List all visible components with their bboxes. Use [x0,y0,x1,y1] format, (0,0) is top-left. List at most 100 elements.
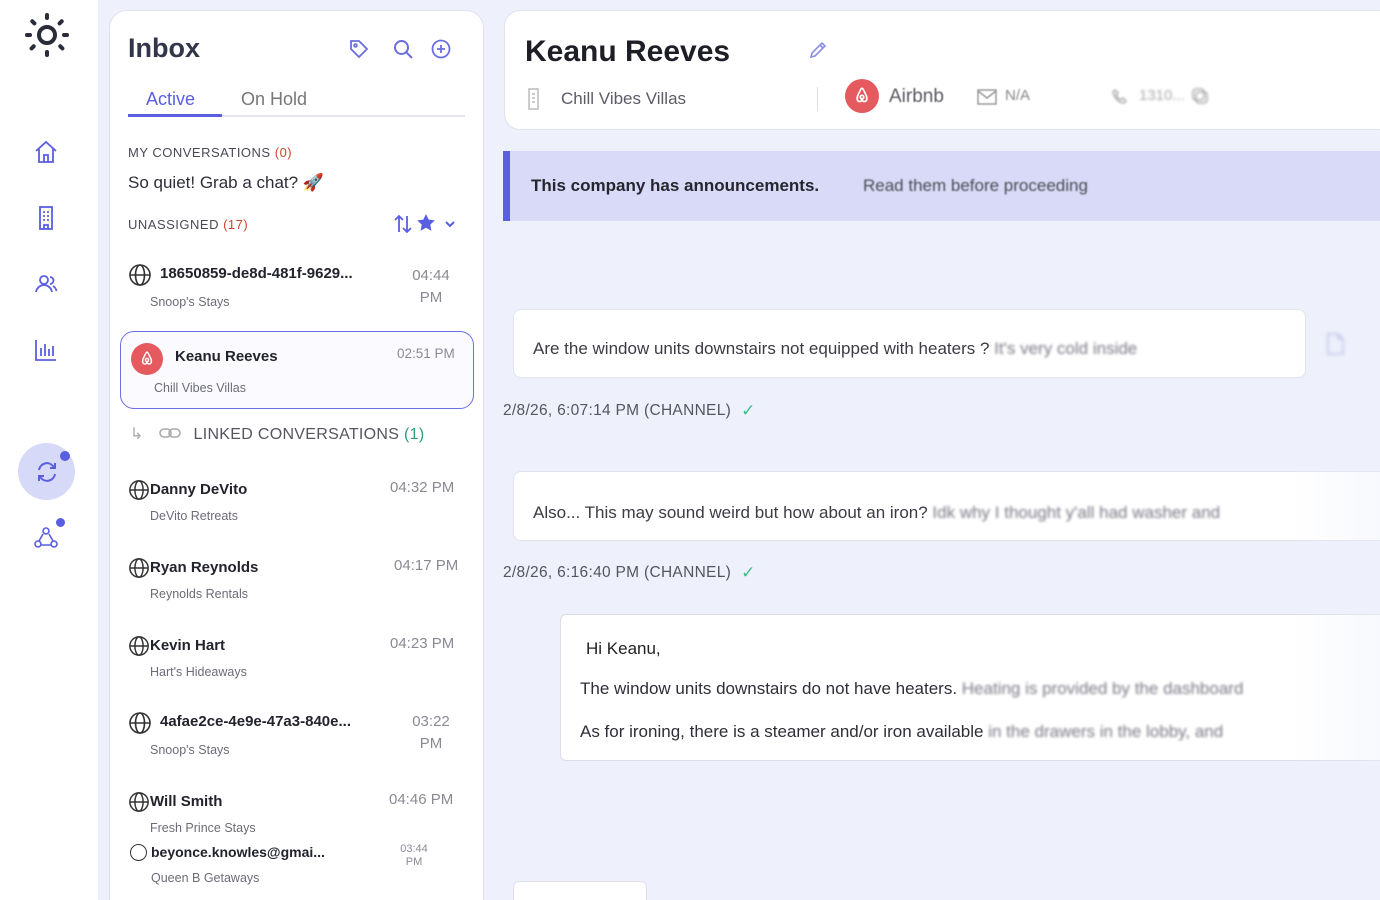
add-conversation-icon[interactable] [429,37,453,61]
conversation-item[interactable]: Kevin Hart Hart's Hideaways 04:23 PM [128,635,473,695]
conversation-name: Danny DeVito [150,481,248,498]
company-field[interactable]: Chill Vibes Villas [525,83,805,115]
contact-name: Keanu Reeves [525,35,731,68]
team-icon[interactable] [28,518,65,556]
conversation-company: DeVito Retreats [150,509,239,523]
building-icon[interactable] [28,200,64,236]
conversation-name: beyonce.knowles@gmai... [151,844,325,860]
message-text-visible: Also... This may sound weird but how abo… [533,503,928,522]
document-icon[interactable] [1326,333,1346,355]
conversation-name: Keanu Reeves [175,348,278,365]
section-title: UNASSIGNED [128,217,219,232]
contact-phone: 1310... [1139,87,1185,104]
message-text-visible: Are the window units downstairs not equi… [533,339,990,358]
tag-icon[interactable] [347,37,371,61]
inbox-tabs: Active On Hold [128,83,465,117]
link-icon [158,424,189,447]
conversation-company: Snoop's Stays [150,743,230,757]
globe-icon [128,791,152,815]
message-timestamp: 2/8/26, 6:16:40 PM (CHANNEL) [503,564,732,581]
reply-text-visible: As for ironing, there is a steamer and/o… [580,722,984,741]
sort-icon[interactable] [392,213,416,235]
conversation-name: Kevin Hart [150,637,226,654]
globe-icon [128,479,152,503]
globe-icon [128,635,152,659]
conversation-company: Hart's Hideaways [150,665,247,679]
home-icon[interactable] [28,134,64,170]
conversation-item-selected[interactable]: Keanu Reeves Chill Vibes Villas 02:51 PM [120,331,474,409]
divider [817,87,818,111]
conversation-time: 02:51 PM [397,346,455,361]
conversation-name: 4afae2ce-4e9e-47a3-840e... [160,713,351,730]
phone-icon [1111,88,1131,108]
conversation-item[interactable]: 4afae2ce-4e9e-47a3-840e... Snoop's Stays… [128,711,473,771]
edit-icon[interactable] [807,39,831,63]
nav-rail [0,0,98,900]
star-filter-icon[interactable] [415,212,437,234]
conversation-time: 03:22 PM [412,713,450,752]
announcement-banner[interactable]: This company has announcements. Read the… [503,151,1380,221]
conversation-time: 03:44 PM [400,843,428,868]
conversation-time: 04:17 PM [394,557,459,574]
conversation-time: 04:23 PM [390,635,455,652]
check-icon: ✓ [741,401,756,420]
message-text-blurred: Idk why I thought y'all had washer and [932,503,1221,522]
message-meta: 2/8/26, 6:07:14 PM (CHANNEL) ✓ [503,401,756,421]
app-logo-icon[interactable] [24,12,70,58]
notification-dot [60,451,70,461]
chevron-down-icon[interactable] [443,217,457,231]
message-text: Also... This may sound weird but how abo… [533,503,1220,523]
reply-arrow-icon: ↳ [130,426,144,443]
globe-icon [128,711,152,735]
mail-icon [977,89,997,107]
reply-line: As for ironing, there is a steamer and/o… [580,722,1223,742]
incoming-message: Also... This may sound weird but how abo… [513,471,1380,541]
section-count: (0) [274,145,293,160]
search-icon[interactable] [391,37,415,61]
active-tab-indicator [128,114,222,117]
empty-state-text: So quiet! Grab a chat? 🚀 [128,173,324,192]
channel-name: Airbnb [889,86,944,107]
section-title: MY CONVERSATIONS [128,145,271,160]
unassigned-label: UNASSIGNED (17) [128,217,248,232]
globe-icon [128,557,152,581]
linked-label: LINKED CONVERSATIONS [193,426,400,443]
building-icon [527,87,543,111]
conversation-company: Reynolds Rentals [150,587,248,601]
conversation-company: Snoop's Stays [150,295,230,309]
reply-greeting: Hi Keanu, [586,639,661,658]
contact-email: N/A [1005,87,1031,104]
banner-title: This company has announcements. [531,176,820,195]
reply-text-blurred: in the drawers in the lobby, and [988,722,1224,741]
message-text: Are the window units downstairs not equi… [533,339,1137,359]
inbox-panel: Inbox Active On Hold MY CONVERSATIONS (0… [109,10,484,900]
airbnb-icon [131,343,163,375]
contact-header: Keanu Reeves Chill Vibes Villas Airbnb N… [504,10,1380,130]
message-meta: 2/8/26, 6:16:40 PM (CHANNEL) ✓ [503,563,756,583]
company-name: Chill Vibes Villas [561,89,687,108]
conversation-company: Chill Vibes Villas [154,381,246,395]
airbnb-icon [845,79,879,113]
conversation-time: 04:44 PM [412,267,450,306]
sync-button[interactable] [18,443,75,500]
tab-active[interactable]: Active [146,89,195,110]
reply-line: The window units downstairs do not have … [580,679,1243,699]
conversation-item[interactable]: 18650859-de8d-481f-9629... Snoop's Stays… [128,263,473,323]
analytics-icon[interactable] [28,332,64,368]
reply-text-visible: The window units downstairs do not have … [580,679,958,698]
incoming-message: Are the window units downstairs not equi… [513,309,1306,378]
conversation-company: Queen B Getaways [151,871,260,885]
conversation-name: Will Smith [150,793,223,810]
conversation-item[interactable]: Will Smith Fresh Prince Stays 04:46 PM [128,791,473,841]
conversation-time: 04:46 PM [389,791,454,808]
copy-icon[interactable] [1191,87,1211,107]
inbox-title: Inbox [128,33,200,63]
banner-text: Read them before proceeding [863,176,1088,195]
check-icon: ✓ [741,563,756,582]
conversation-item[interactable]: beyonce.knowles@gmai... Queen B Getaways… [128,843,473,899]
conversation-item[interactable]: Ryan Reynolds Reynolds Rentals 04:17 PM [128,557,473,617]
conversation-item[interactable]: Danny DeVito DeVito Retreats 04:32 PM [128,479,473,539]
linked-conversations[interactable]: ↳ LINKED CONVERSATIONS (1) [130,424,424,447]
tab-on-hold[interactable]: On Hold [241,89,307,110]
users-icon[interactable] [28,266,64,302]
